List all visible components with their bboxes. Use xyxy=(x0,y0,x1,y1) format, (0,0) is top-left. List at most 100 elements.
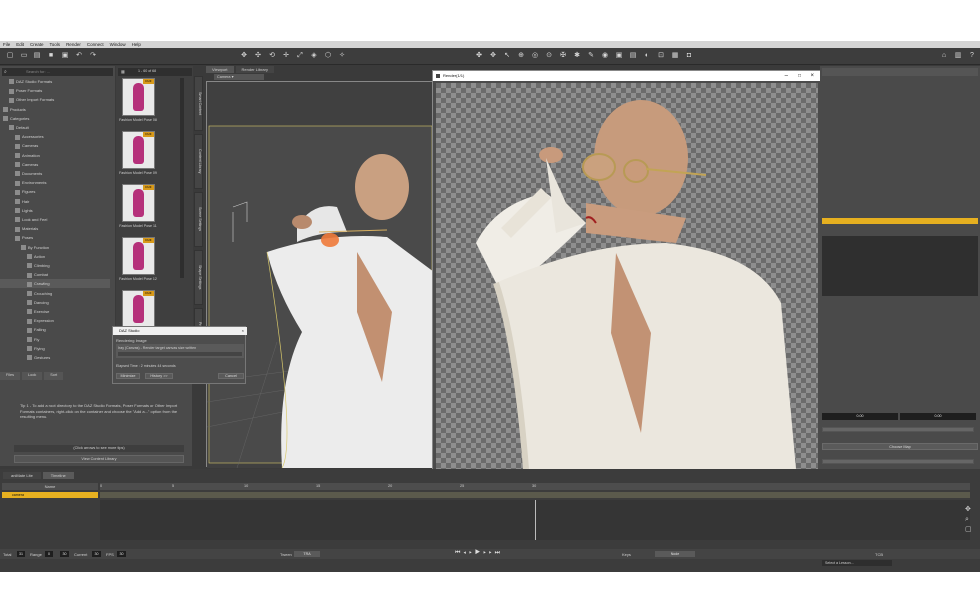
layout-icon[interactable]: ▥ xyxy=(954,52,962,60)
render-settings-icon[interactable]: ✎ xyxy=(587,52,595,60)
timeline-tab[interactable]: aniMate Lite xyxy=(3,472,41,479)
surface-tool-icon[interactable]: ◈ xyxy=(310,52,318,60)
close-window-icon[interactable]: × xyxy=(810,71,814,81)
cancel-render-button[interactable]: Cancel xyxy=(218,373,244,379)
timeline-row-camera[interactable]: camera xyxy=(2,492,98,498)
tree-item[interactable]: Crouching xyxy=(0,289,110,298)
value-field-2[interactable]: 0.00 xyxy=(900,413,976,420)
tree-item[interactable]: DAZ Studio Formats xyxy=(0,77,110,86)
geometry-tool-icon[interactable]: ⬡ xyxy=(324,52,332,60)
redo-icon[interactable]: ↷ xyxy=(89,52,97,60)
tree-item[interactable]: Combat xyxy=(0,270,110,279)
tree-item[interactable]: Lights xyxy=(0,206,110,215)
open-file-icon[interactable]: ▭ xyxy=(20,52,28,60)
value-field-1[interactable]: 0.00 xyxy=(822,413,898,420)
tree-item[interactable]: Dancing xyxy=(0,298,110,307)
playback-controls[interactable]: ⏮◂▸▶▸▸⏭ xyxy=(455,550,503,557)
viewport-tab[interactable]: Viewport xyxy=(206,66,234,73)
menu-edit[interactable]: Edit xyxy=(16,42,24,47)
range-end-field[interactable]: 30 xyxy=(60,551,69,557)
pose-thumbnail[interactable]: DUF xyxy=(122,290,155,328)
menu-file[interactable]: File xyxy=(3,42,10,47)
tree-item[interactable]: Expression xyxy=(0,316,110,325)
maximize-icon[interactable]: □ xyxy=(798,71,801,81)
tip-navigation[interactable]: (Click arrows to see more tips) xyxy=(14,445,184,452)
help-icon[interactable]: ? xyxy=(968,52,976,60)
scale-tool-icon[interactable]: ⤢ xyxy=(296,52,304,60)
viewport-3d[interactable] xyxy=(206,81,435,469)
menu-tools[interactable]: Tools xyxy=(50,42,61,47)
selected-property-highlight[interactable] xyxy=(822,218,978,224)
pan-icon[interactable]: ✠ xyxy=(559,52,567,60)
camera-orbit-icon[interactable]: ◎ xyxy=(531,52,539,60)
tree-item[interactable]: Look and Feel xyxy=(0,215,110,224)
lock-icon[interactable]: ⊡ xyxy=(657,52,665,60)
tree-item[interactable]: Climbing xyxy=(0,261,110,270)
universal-tool-icon[interactable]: ✣ xyxy=(254,52,262,60)
library-tab-sort[interactable]: Sort xyxy=(44,372,64,380)
minimize-icon[interactable]: – xyxy=(785,71,788,81)
tree-item[interactable]: Poses xyxy=(0,233,110,242)
tree-item[interactable]: Flying xyxy=(0,344,110,353)
menu-render[interactable]: Render xyxy=(66,42,81,47)
timeline-tab[interactable]: Timeline xyxy=(42,472,74,479)
tree-item[interactable]: Accessories xyxy=(0,132,110,141)
new-file-icon[interactable]: ▢ xyxy=(6,52,14,60)
timeline-track[interactable] xyxy=(100,492,970,498)
pose-thumbnail[interactable]: DUF xyxy=(122,184,155,222)
property-slider-5[interactable] xyxy=(822,427,974,432)
spot-light-icon[interactable]: ◐ xyxy=(643,52,651,60)
tree-item[interactable]: Cameras xyxy=(0,160,110,169)
library-tab-files[interactable]: Files xyxy=(0,372,21,380)
keys-select[interactable]: Node xyxy=(655,551,695,557)
tree-item[interactable]: Other Import Formats xyxy=(0,95,110,104)
zoom-icon[interactable]: ⊙ xyxy=(545,52,553,60)
tree-item[interactable]: Falling xyxy=(0,325,110,334)
menu-connect[interactable]: Connect xyxy=(87,42,104,47)
render-canvas[interactable] xyxy=(436,83,818,470)
menu-window[interactable]: Window xyxy=(110,42,126,47)
render-to-window-icon[interactable]: ▣ xyxy=(615,52,623,60)
node-selection-icon[interactable]: ✥ xyxy=(240,52,248,60)
home-icon[interactable]: ⌂ xyxy=(940,52,948,60)
pose-thumbnail[interactable]: DUF xyxy=(122,78,155,116)
tree-item[interactable]: Action xyxy=(0,252,110,261)
grid-view-icon[interactable]: ▦ xyxy=(121,69,125,74)
tree-item[interactable]: Cameras xyxy=(0,141,110,150)
tree-item[interactable]: Exercise xyxy=(0,307,110,316)
pose-tool-icon[interactable]: ✤ xyxy=(475,52,483,60)
spot-render-icon[interactable]: ⊕ xyxy=(517,52,525,60)
tree-item[interactable]: Crawling xyxy=(0,279,110,289)
camera-icon[interactable]: ◘ xyxy=(685,52,693,60)
iray-preview-icon[interactable]: ▤ xyxy=(629,52,637,60)
arrow-select-icon[interactable]: ↖ xyxy=(503,52,511,60)
light-icon[interactable]: ✱ xyxy=(573,52,581,60)
undo-icon[interactable]: ↶ xyxy=(75,52,83,60)
history-button[interactable]: History >> xyxy=(145,373,173,379)
timeline-ruler[interactable]: 0 5 10 15 20 25 30 xyxy=(100,483,970,490)
tween-select[interactable]: TRA xyxy=(294,551,320,557)
rotate-tool-icon[interactable]: ⟲ xyxy=(268,52,276,60)
camera-select[interactable]: Camera ▾ xyxy=(214,74,264,80)
tree-item[interactable]: Default xyxy=(0,123,110,132)
tree-item[interactable]: Categories xyxy=(0,114,110,123)
range-start-field[interactable]: 0 xyxy=(45,551,53,557)
timeline-nav-icons[interactable]: ✥ ⌕ ▢ xyxy=(965,505,977,537)
translate-tool-icon[interactable]: ✛ xyxy=(282,52,290,60)
side-tab[interactable]: Content Library xyxy=(194,134,203,189)
total-field[interactable]: 31 xyxy=(17,551,25,557)
select-lesson-dropdown[interactable]: Select a Lesson... xyxy=(822,560,892,566)
tree-item[interactable]: Materials xyxy=(0,224,110,233)
pose-thumbnail[interactable]: DUF xyxy=(122,131,155,169)
render-icon[interactable]: ◉ xyxy=(601,52,609,60)
joint-editor-icon[interactable]: ✧ xyxy=(338,52,346,60)
move-icon[interactable]: ✥ xyxy=(489,52,497,60)
side-tab[interactable]: Scene Settings xyxy=(194,192,203,247)
tree-item[interactable]: Environments xyxy=(0,178,110,187)
tree-item[interactable]: Hair xyxy=(0,197,110,206)
minimize-button[interactable]: Minimize xyxy=(116,373,140,379)
playhead[interactable] xyxy=(535,500,536,540)
save-as-icon[interactable]: ▣ xyxy=(61,52,69,60)
side-tab[interactable]: Shape Settings xyxy=(194,250,203,305)
tree-item[interactable]: Poser Formats xyxy=(0,86,110,95)
